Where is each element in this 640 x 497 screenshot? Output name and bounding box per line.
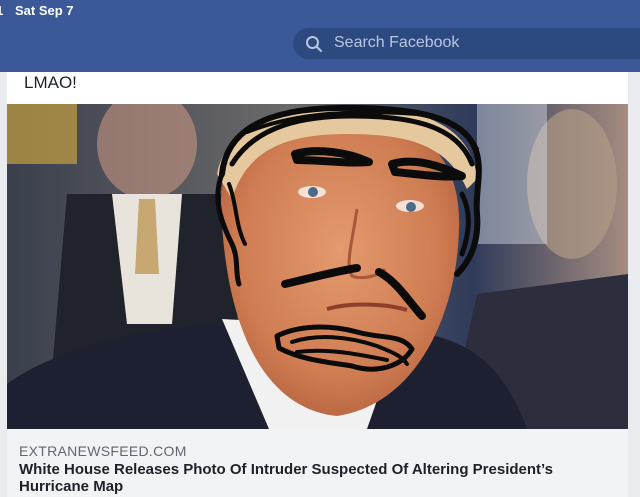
post-text: LMAO! (24, 73, 77, 92)
link-title[interactable]: White House Releases Photo Of Intruder S… (19, 461, 619, 495)
facebook-app: 1 Sat Sep 7 Search Facebook LMAO! (0, 0, 640, 497)
link-domain: EXTRANEWSFEED.COM (19, 443, 187, 459)
status-time: 1 (0, 3, 3, 18)
post-link-image[interactable] (7, 104, 628, 429)
photo-illustration (7, 104, 628, 429)
top-navigation-bar: 1 Sat Sep 7 Search Facebook (0, 0, 640, 72)
news-feed-post: LMAO! EXTRANEWSFEED.COM White House Rele… (7, 72, 628, 497)
link-preview[interactable]: EXTRANEWSFEED.COM White House Releases P… (7, 429, 628, 497)
search-field[interactable]: Search Facebook (293, 28, 640, 59)
search-icon (306, 36, 322, 52)
search-placeholder[interactable]: Search Facebook (334, 34, 459, 52)
status-date: Sat Sep 7 (15, 3, 74, 18)
